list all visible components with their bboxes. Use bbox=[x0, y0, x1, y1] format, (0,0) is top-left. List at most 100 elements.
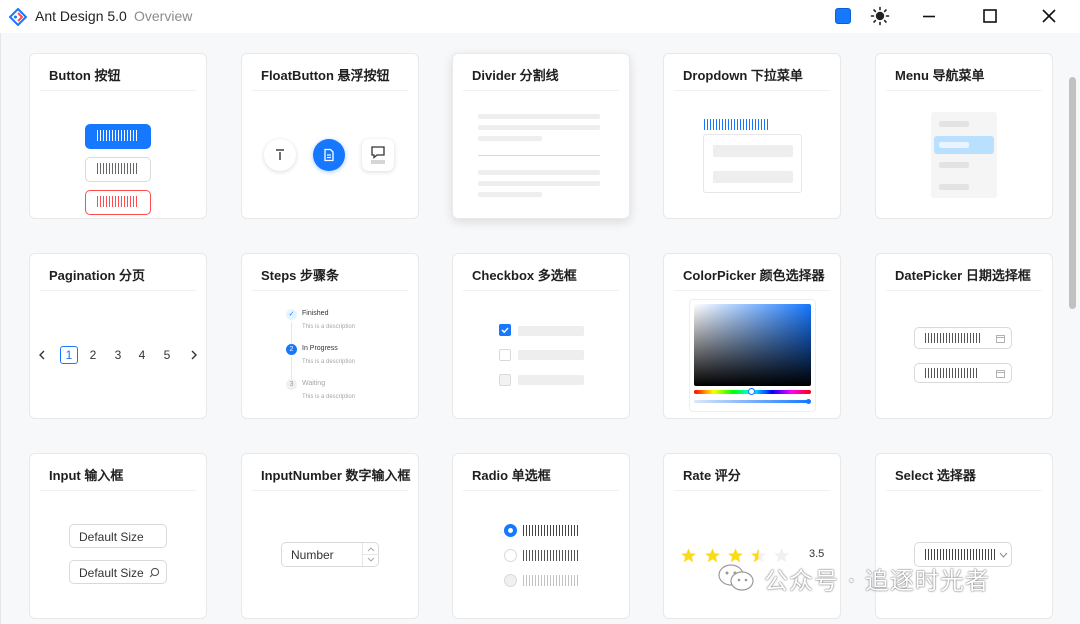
pagination-page-4: 4 bbox=[138, 348, 146, 362]
card-input[interactable]: Input 输入框 Default Size Default Size bbox=[29, 453, 207, 619]
theme-color-icon[interactable] bbox=[835, 8, 851, 24]
checkbox-disabled bbox=[499, 374, 511, 386]
dropdown-trigger bbox=[704, 119, 770, 130]
datepicker-input-1 bbox=[914, 327, 1012, 349]
card-title: Button 按钮 bbox=[49, 68, 121, 83]
card-title: Rate 评分 bbox=[683, 468, 741, 483]
chevron-down-icon bbox=[367, 557, 375, 562]
pagination-page-2: 2 bbox=[89, 348, 97, 362]
calendar-icon bbox=[996, 335, 1005, 343]
close-icon[interactable] bbox=[1037, 4, 1061, 28]
card-title: ColorPicker 颜色选择器 bbox=[683, 268, 825, 283]
pagination-page-3: 3 bbox=[114, 348, 122, 362]
checkbox-checked bbox=[499, 324, 511, 336]
hue-handle bbox=[748, 388, 755, 395]
colorpicker-preview bbox=[664, 291, 840, 418]
file-icon bbox=[324, 148, 334, 162]
card-pagination[interactable]: Pagination 分页 1 2 3 4 5 bbox=[29, 253, 207, 419]
input-preview: Default Size Default Size bbox=[30, 491, 206, 618]
pagination-preview: 1 2 3 4 5 bbox=[30, 291, 206, 418]
color-panel bbox=[689, 299, 816, 412]
file-float-button bbox=[313, 139, 345, 171]
comment-float-button bbox=[362, 139, 394, 171]
step-2-desc: This is a description bbox=[302, 359, 356, 365]
back-top-icon bbox=[276, 149, 284, 160]
inputnumber-preview: Number bbox=[242, 491, 418, 618]
radio-checked bbox=[504, 524, 517, 537]
overview-content: Button 按钮 FloatButton 悬浮按钮 Divider 分割线 D… bbox=[0, 33, 1080, 624]
card-title: Divider 分割线 bbox=[472, 68, 559, 83]
number-input-text: Number bbox=[291, 548, 334, 562]
ant-design-logo-icon bbox=[9, 8, 27, 26]
number-stepper bbox=[362, 543, 379, 566]
menu-preview bbox=[876, 91, 1052, 218]
search-input-text: Default Size bbox=[79, 566, 144, 580]
card-inputnumber[interactable]: InputNumber 数字输入框 Number bbox=[241, 453, 419, 619]
app-subtitle: Overview bbox=[134, 8, 193, 24]
check-icon bbox=[501, 327, 509, 334]
radio-disabled bbox=[504, 574, 517, 587]
watermark-text: 公众号 · 追逐时光者 bbox=[764, 566, 990, 595]
wechat-icon bbox=[718, 564, 754, 591]
card-datepicker[interactable]: DatePicker 日期选择框 bbox=[875, 253, 1053, 419]
card-steps[interactable]: Steps 步骤条 ✓ Finished This is a descripti… bbox=[241, 253, 419, 419]
title-bar: Ant Design 5.0 Overview bbox=[0, 0, 1080, 33]
step-3-dot: 3 bbox=[286, 379, 297, 390]
card-checkbox[interactable]: Checkbox 多选框 bbox=[452, 253, 630, 419]
primary-button bbox=[85, 124, 151, 149]
app-title: Ant Design 5.0 bbox=[35, 8, 127, 24]
default-button bbox=[85, 157, 151, 182]
step-3-title: Waiting bbox=[302, 380, 326, 387]
step-3-desc: This is a description bbox=[302, 394, 356, 400]
watermark: 公众号 · 追逐时光者 bbox=[716, 560, 990, 596]
rate-value: 3.5 bbox=[809, 548, 825, 560]
card-dropdown[interactable]: Dropdown 下拉菜单 bbox=[663, 53, 841, 219]
divider-preview bbox=[453, 91, 629, 218]
datepicker-input-2 bbox=[914, 363, 1012, 383]
card-title: DatePicker 日期选择框 bbox=[895, 268, 1031, 283]
card-title: Dropdown 下拉菜单 bbox=[683, 68, 803, 83]
checkbox-unchecked bbox=[499, 349, 511, 361]
card-title: Menu 导航菜单 bbox=[895, 68, 985, 83]
dropdown-menu bbox=[703, 134, 802, 193]
floatbutton-preview bbox=[242, 91, 418, 218]
card-title: Checkbox 多选框 bbox=[472, 268, 577, 283]
radio-preview bbox=[453, 491, 629, 618]
chevron-up-icon bbox=[367, 547, 375, 552]
button-preview bbox=[30, 91, 206, 218]
card-title: InputNumber 数字输入框 bbox=[261, 468, 411, 483]
pagination-page-5: 5 bbox=[163, 348, 171, 362]
number-input: Number bbox=[281, 542, 379, 567]
card-divider-component[interactable]: Divider 分割线 bbox=[452, 53, 630, 219]
dropdown-preview bbox=[664, 91, 840, 218]
default-size-input: Default Size bbox=[69, 524, 167, 548]
card-radio[interactable]: Radio 单选框 bbox=[452, 453, 630, 619]
vertical-scrollbar[interactable] bbox=[1069, 77, 1076, 309]
step-1-desc: This is a description bbox=[302, 324, 356, 330]
card-title: FloatButton 悬浮按钮 bbox=[261, 68, 390, 83]
card-colorpicker[interactable]: ColorPicker 颜色选择器 bbox=[663, 253, 841, 419]
maximize-icon[interactable] bbox=[978, 4, 1002, 28]
card-title: Steps 步骤条 bbox=[261, 268, 340, 283]
pagination-page-1: 1 bbox=[60, 346, 78, 364]
calendar-icon bbox=[996, 370, 1005, 378]
search-input: Default Size bbox=[69, 560, 167, 584]
radio-unchecked bbox=[504, 549, 517, 562]
step-2-title: In Progress bbox=[302, 345, 338, 352]
minimize-icon[interactable] bbox=[917, 4, 941, 28]
step-2-dot: 2 bbox=[286, 344, 297, 355]
card-title: Radio 单选框 bbox=[472, 468, 551, 483]
search-icon bbox=[149, 567, 160, 578]
step-finished-check-icon: ✓ bbox=[286, 309, 297, 320]
alpha-slider bbox=[694, 400, 811, 403]
card-title: Pagination 分页 bbox=[49, 268, 146, 283]
step-1-title: Finished bbox=[302, 310, 329, 317]
card-menu[interactable]: Menu 导航菜单 bbox=[875, 53, 1053, 219]
card-button[interactable]: Button 按钮 bbox=[29, 53, 207, 219]
sun-icon[interactable] bbox=[870, 6, 890, 26]
chevron-right-icon bbox=[191, 350, 197, 360]
color-saturation-area bbox=[694, 304, 811, 386]
menu-sidebar bbox=[931, 112, 997, 198]
card-floatbutton[interactable]: FloatButton 悬浮按钮 bbox=[241, 53, 419, 219]
card-title: Select 选择器 bbox=[895, 468, 976, 483]
